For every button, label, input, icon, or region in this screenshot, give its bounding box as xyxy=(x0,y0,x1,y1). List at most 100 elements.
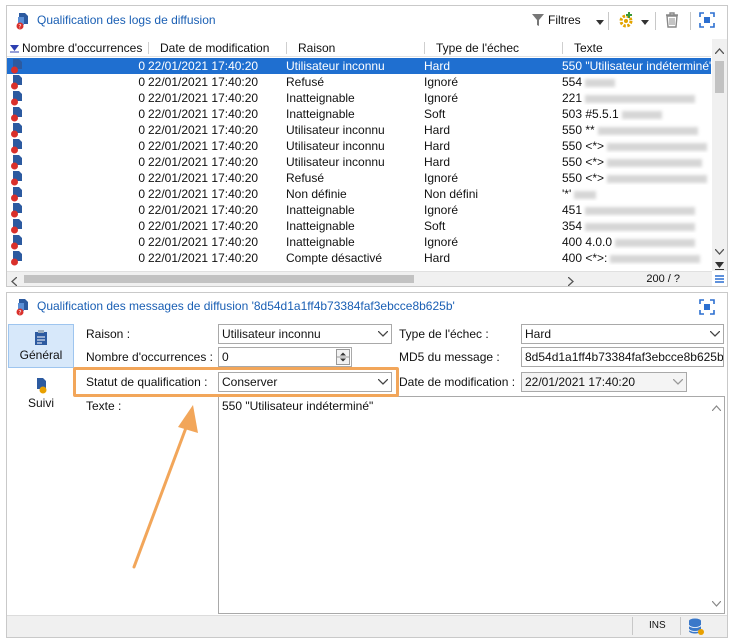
maximize-icon[interactable] xyxy=(699,12,715,28)
cell-occurrences: 0 xyxy=(138,187,145,201)
cell-type: Hard xyxy=(424,155,451,169)
cell-type: Ignoré xyxy=(424,91,459,105)
md5-label: MD5 du message : xyxy=(399,350,500,364)
texte-textarea[interactable]: 550 "Utilisateur indéterminé" xyxy=(218,396,725,614)
table-row[interactable]: 0 22/01/2021 17:40:20 Inatteignable Igno… xyxy=(7,202,711,218)
redacted-text xyxy=(607,174,708,183)
toolbar-separator xyxy=(608,12,609,30)
scroll-left-icon[interactable] xyxy=(11,275,18,289)
column-divider[interactable] xyxy=(286,42,287,54)
maximize-icon[interactable] xyxy=(699,299,715,315)
cell-texte: 503 #5.5.1 xyxy=(562,107,711,121)
trash-icon[interactable] xyxy=(665,12,679,28)
scroll-down-icon[interactable] xyxy=(714,244,725,258)
cell-type: Soft xyxy=(424,219,446,233)
cell-date: 22/01/2021 17:40:20 xyxy=(148,139,259,153)
table-row[interactable]: 0 22/01/2021 17:40:20 Utilisateur inconn… xyxy=(7,154,711,170)
grid-header: Nombre d'occurrences Date de modificatio… xyxy=(7,39,711,57)
table-row[interactable]: 0 22/01/2021 17:40:20 Utilisateur inconn… xyxy=(7,58,711,74)
table-row[interactable]: 0 22/01/2021 17:40:20 Utilisateur inconn… xyxy=(7,138,711,154)
message-qualification-panel: ? Qualification des messages de diffusio… xyxy=(6,292,728,638)
md5-field[interactable]: 8d54d1a1ff4b73384faf3ebcce8b625b xyxy=(521,347,724,367)
tracking-tab-icon xyxy=(34,378,48,394)
stepper-arrows-icon[interactable] xyxy=(336,349,350,365)
delivery-log-icon xyxy=(10,235,23,250)
gear-add-icon[interactable] xyxy=(617,11,635,29)
chevron-down-icon[interactable] xyxy=(706,325,723,343)
cell-raison: Inatteignable xyxy=(286,91,355,105)
redacted-text xyxy=(621,110,662,119)
filter-icon[interactable] xyxy=(531,13,545,27)
column-divider[interactable] xyxy=(562,42,563,54)
filters-button[interactable]: Filtres xyxy=(548,13,581,27)
column-header-texte[interactable]: Texte xyxy=(574,41,603,55)
sort-down-icon[interactable] xyxy=(10,42,19,56)
scroll-up-icon[interactable] xyxy=(711,400,722,414)
tab-general[interactable]: Général xyxy=(8,324,74,368)
cell-texte: 550 <*> xyxy=(562,139,711,153)
cell-texte-code: 554 xyxy=(562,75,583,89)
table-row[interactable]: 0 22/01/2021 17:40:20 Utilisateur inconn… xyxy=(7,122,711,138)
delivery-log-icon xyxy=(10,107,23,122)
cell-texte-code: 550 <*> xyxy=(562,171,605,185)
column-divider[interactable] xyxy=(148,42,149,54)
table-row[interactable]: 0 22/01/2021 17:40:20 Inatteignable Soft… xyxy=(7,106,711,122)
toolbar-separator xyxy=(655,12,656,30)
cell-texte-code: 400 4.0.0 xyxy=(562,235,613,249)
column-divider[interactable] xyxy=(424,42,425,54)
status-separator xyxy=(632,617,633,635)
column-header-date[interactable]: Date de modification xyxy=(160,41,269,55)
raison-value: Utilisateur inconnu xyxy=(222,327,321,341)
chevron-down-icon[interactable] xyxy=(669,373,686,391)
cell-type: Hard xyxy=(424,59,451,73)
cell-type: Hard xyxy=(424,139,451,153)
scroll-up-icon[interactable] xyxy=(714,43,725,57)
redacted-text xyxy=(597,126,698,135)
table-row[interactable]: 0 22/01/2021 17:40:20 Inatteignable Igno… xyxy=(7,234,711,250)
scroll-thumb[interactable] xyxy=(24,275,414,283)
type-echec-label: Type de l'échec : xyxy=(399,327,489,341)
tab-suivi[interactable]: Suivi xyxy=(8,375,74,415)
delivery-log-icon xyxy=(10,155,23,170)
occurrences-stepper[interactable]: 0 xyxy=(218,347,352,367)
scroll-thumb[interactable] xyxy=(715,61,724,93)
cell-texte-code: 400 <*>: xyxy=(562,251,608,265)
cell-occurrences: 0 xyxy=(138,251,145,265)
raison-select[interactable]: Utilisateur inconnu xyxy=(218,324,392,344)
vertical-scrollbar[interactable] xyxy=(712,39,727,271)
list-menu-icon[interactable] xyxy=(712,272,727,286)
chevron-down-icon[interactable] xyxy=(641,15,649,29)
cell-occurrences: 0 xyxy=(138,139,145,153)
column-header-raison[interactable]: Raison xyxy=(298,41,335,55)
cell-date: 22/01/2021 17:40:20 xyxy=(148,251,259,265)
logs-panel-titlebar: ? Qualification des logs de diffusion Fi… xyxy=(7,6,727,36)
cell-raison: Utilisateur inconnu xyxy=(286,155,385,169)
cell-texte: 550 ** xyxy=(562,123,711,137)
redacted-text xyxy=(574,190,597,199)
delivery-log-icon xyxy=(10,59,23,74)
table-row[interactable]: 0 22/01/2021 17:40:20 Inatteignable Soft… xyxy=(7,218,711,234)
scroll-right-icon[interactable] xyxy=(567,275,574,289)
date-field[interactable]: 22/01/2021 17:40:20 xyxy=(521,372,687,392)
chevron-down-icon[interactable] xyxy=(596,15,604,29)
general-tab-icon xyxy=(34,330,48,346)
cell-date: 22/01/2021 17:40:20 xyxy=(148,187,259,201)
table-row[interactable]: 0 22/01/2021 17:40:20 Refusé Ignoré 550 … xyxy=(7,170,711,186)
table-row[interactable]: 0 22/01/2021 17:40:20 Non définie Non dé… xyxy=(7,186,711,202)
table-row[interactable]: 0 22/01/2021 17:40:20 Inatteignable Igno… xyxy=(7,90,711,106)
column-header-type[interactable]: Type de l'échec xyxy=(436,41,519,55)
scroll-end-icon[interactable] xyxy=(715,259,724,273)
table-row[interactable]: 0 22/01/2021 17:40:20 Compte désactivé H… xyxy=(7,250,711,266)
table-row[interactable]: 0 22/01/2021 17:40:20 Refusé Ignoré 554 xyxy=(7,74,711,90)
scroll-down-icon[interactable] xyxy=(711,596,722,610)
cell-texte-code: 550 ** xyxy=(562,123,595,137)
cell-type: Ignoré xyxy=(424,203,459,217)
type-echec-select[interactable]: Hard xyxy=(521,324,724,344)
status-separator xyxy=(680,617,681,635)
cell-texte-code: '*' xyxy=(562,187,572,201)
column-header-occurrences[interactable]: Nombre d'occurrences xyxy=(22,41,142,55)
cell-raison: Inatteignable xyxy=(286,235,355,249)
chevron-down-icon[interactable] xyxy=(374,325,391,343)
redacted-text xyxy=(585,94,696,103)
database-icon[interactable] xyxy=(687,617,705,637)
